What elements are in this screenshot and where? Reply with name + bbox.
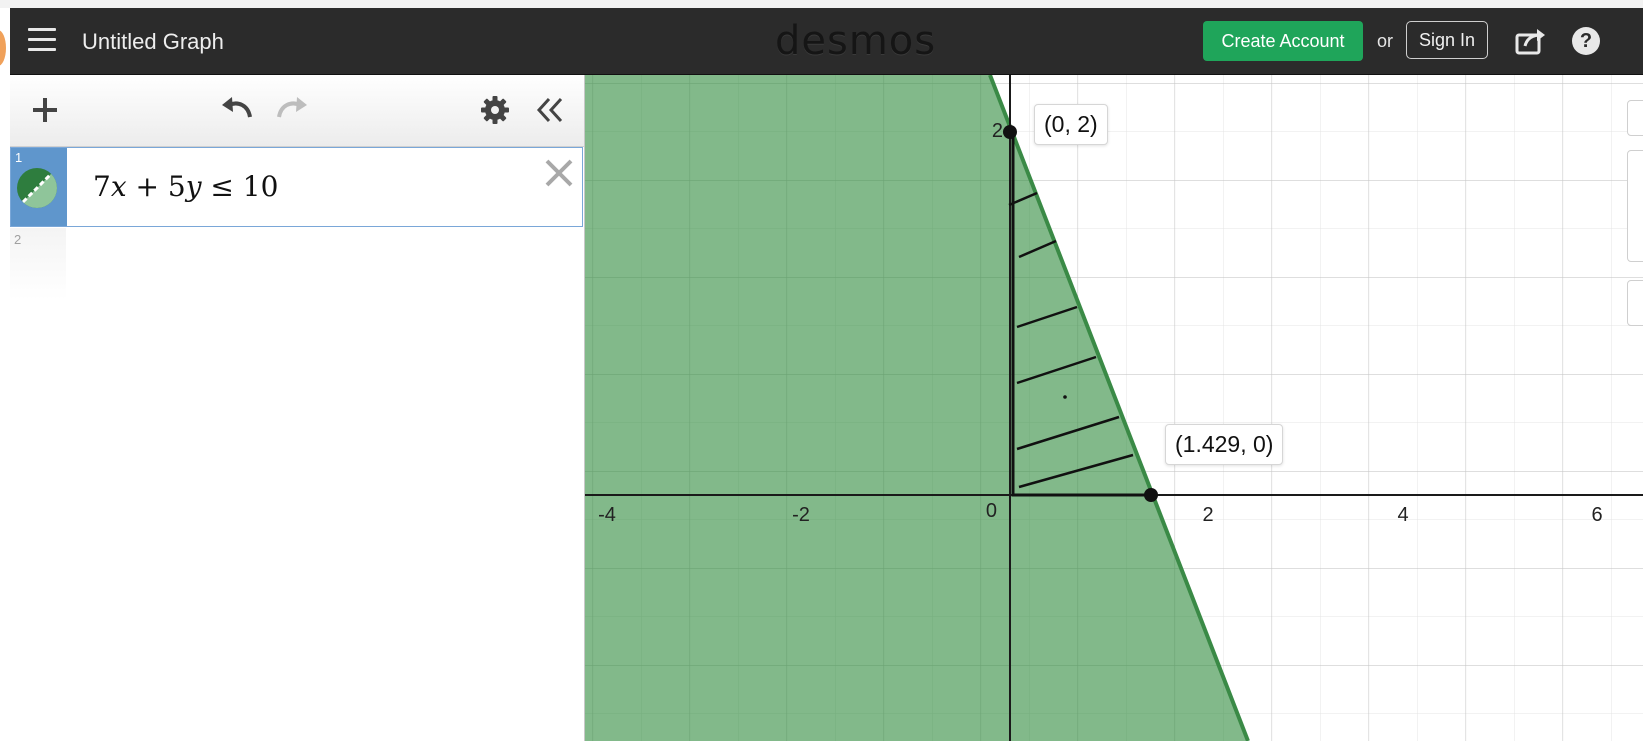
graph-side-tab[interactable] [1627, 150, 1643, 262]
point-x-intercept[interactable] [1144, 488, 1158, 502]
menu-icon[interactable] [28, 28, 56, 52]
or-text: or [1377, 31, 1394, 51]
top-bar: Untitled Graph desmos Create Account or … [10, 8, 1643, 75]
graph-side-tab[interactable] [1627, 100, 1643, 136]
expression-index: 1 [15, 150, 23, 165]
y-tick-label: 2 [992, 120, 1003, 142]
color-toggle-icon[interactable] [17, 168, 57, 208]
help-icon[interactable]: ? [1572, 27, 1600, 55]
graph-side-tab[interactable] [1627, 280, 1643, 326]
delete-expression-icon[interactable] [544, 158, 574, 188]
origin-label: 0 [986, 500, 997, 522]
redo-icon[interactable] [275, 95, 309, 123]
expression-gutter: 1 [11, 148, 67, 226]
point-y-intercept[interactable] [1003, 125, 1017, 139]
annotation-dot [1063, 395, 1067, 399]
x-tick-label: -4 [598, 504, 616, 526]
empty-expression-row[interactable]: 2 [10, 228, 66, 300]
point-label[interactable]: (1.429, 0) [1165, 424, 1284, 465]
dashed-stroke-icon [17, 168, 57, 208]
undo-icon[interactable] [220, 95, 254, 123]
x-tick-label: 4 [1397, 504, 1408, 526]
x-tick-label: -2 [792, 504, 810, 526]
add-expression-icon[interactable] [32, 97, 58, 123]
expression-index: 2 [14, 232, 22, 247]
graph-canvas[interactable]: -4 -2 0 2 4 6 2 [585, 75, 1643, 741]
left-gutter [0, 8, 10, 741]
expression-formula[interactable]: 7x + 5y ≤ 10 [93, 170, 278, 203]
expression-toolbar [10, 75, 584, 147]
collapse-panel-icon[interactable] [536, 97, 564, 123]
expression-panel: 1 7x + 5y ≤ 10 2 [10, 75, 585, 741]
window-top-strip [0, 0, 1643, 8]
graph-title[interactable]: Untitled Graph [82, 29, 224, 55]
expression-row[interactable]: 1 7x + 5y ≤ 10 [10, 147, 583, 227]
point-label[interactable]: (0, 2) [1034, 104, 1108, 145]
x-tick-label: 2 [1202, 504, 1213, 526]
x-tick-label: 6 [1591, 504, 1602, 526]
sign-in-button[interactable]: Sign In [1406, 21, 1488, 59]
desmos-logo: desmos [775, 18, 937, 64]
share-icon[interactable] [1515, 26, 1547, 56]
settings-gear-icon[interactable] [480, 95, 510, 125]
create-account-button[interactable]: Create Account [1203, 21, 1363, 61]
